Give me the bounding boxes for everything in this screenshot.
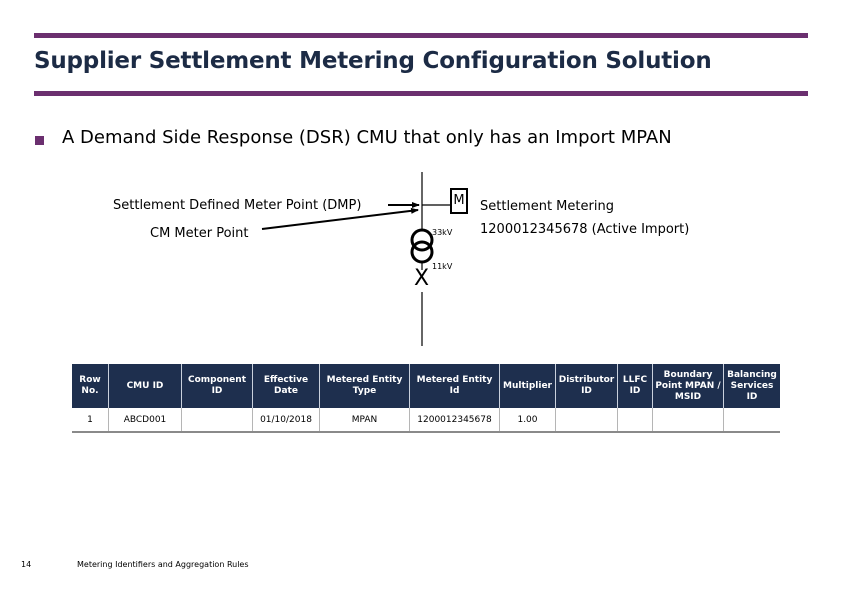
col-component-id: Component ID (181, 364, 253, 408)
lv-voltage-label: 11kV (432, 262, 453, 271)
col-row-no: Row No. (72, 364, 109, 408)
hv-voltage-label: 33kV (432, 228, 453, 237)
col-boundary-point: Boundary Point MPAN / MSID (652, 364, 724, 408)
cell-llfc-id (617, 408, 653, 433)
dmp-label: Settlement Defined Meter Point (DMP) (113, 198, 362, 213)
cell-effective-date: 01/10/2018 (252, 408, 320, 433)
cell-metered-entity-type: MPAN (319, 408, 410, 433)
col-metered-entity-type: Metered Entity Type (319, 364, 410, 408)
cell-metered-entity-id: 1200012345678 (409, 408, 500, 433)
cm-meter-point-label: CM Meter Point (150, 226, 249, 241)
slide-title: Supplier Settlement Metering Configurati… (34, 48, 712, 74)
table-row: 1 ABCD001 01/10/2018 MPAN 1200012345678 … (72, 408, 780, 433)
col-balancing-services-id: Balancing Services ID (723, 364, 780, 408)
table-header-row: Row No. CMU ID Component ID Effective Da… (72, 364, 780, 408)
cell-balancing-services-id (723, 408, 780, 433)
transformer-primary-winding (410, 228, 434, 252)
title-top-rule (34, 33, 808, 38)
bullet-text: A Demand Side Response (DSR) CMU that on… (62, 127, 672, 148)
transformer-secondary-winding (410, 240, 434, 264)
title-bottom-rule (34, 91, 808, 96)
metering-config-table: Row No. CMU ID Component ID Effective Da… (72, 364, 780, 433)
bullet-square-icon (35, 136, 44, 145)
cell-row-no: 1 (72, 408, 109, 433)
single-line-diagram (261, 172, 450, 346)
footer-text: Metering Identifiers and Aggregation Rul… (77, 560, 249, 569)
col-effective-date: Effective Date (252, 364, 320, 408)
col-metered-entity-id: Metered Entity Id (409, 364, 500, 408)
settlement-metering-value: 1200012345678 (Active Import) (480, 222, 690, 237)
col-cmu-id: CMU ID (108, 364, 182, 408)
col-llfc-id: LLFC ID (617, 364, 653, 408)
meter-icon: M (450, 188, 468, 214)
circuit-breaker-icon: X (414, 266, 430, 291)
col-distributor-id: Distributor ID (555, 364, 618, 408)
cell-boundary-point (652, 408, 724, 433)
cell-cmu-id: ABCD001 (108, 408, 182, 433)
settlement-metering-title: Settlement Metering (480, 199, 614, 214)
cell-component-id (181, 408, 253, 433)
cell-multiplier: 1.00 (499, 408, 556, 433)
page-number: 14 (21, 560, 32, 569)
col-multiplier: Multiplier (499, 364, 556, 408)
cell-distributor-id (555, 408, 618, 433)
